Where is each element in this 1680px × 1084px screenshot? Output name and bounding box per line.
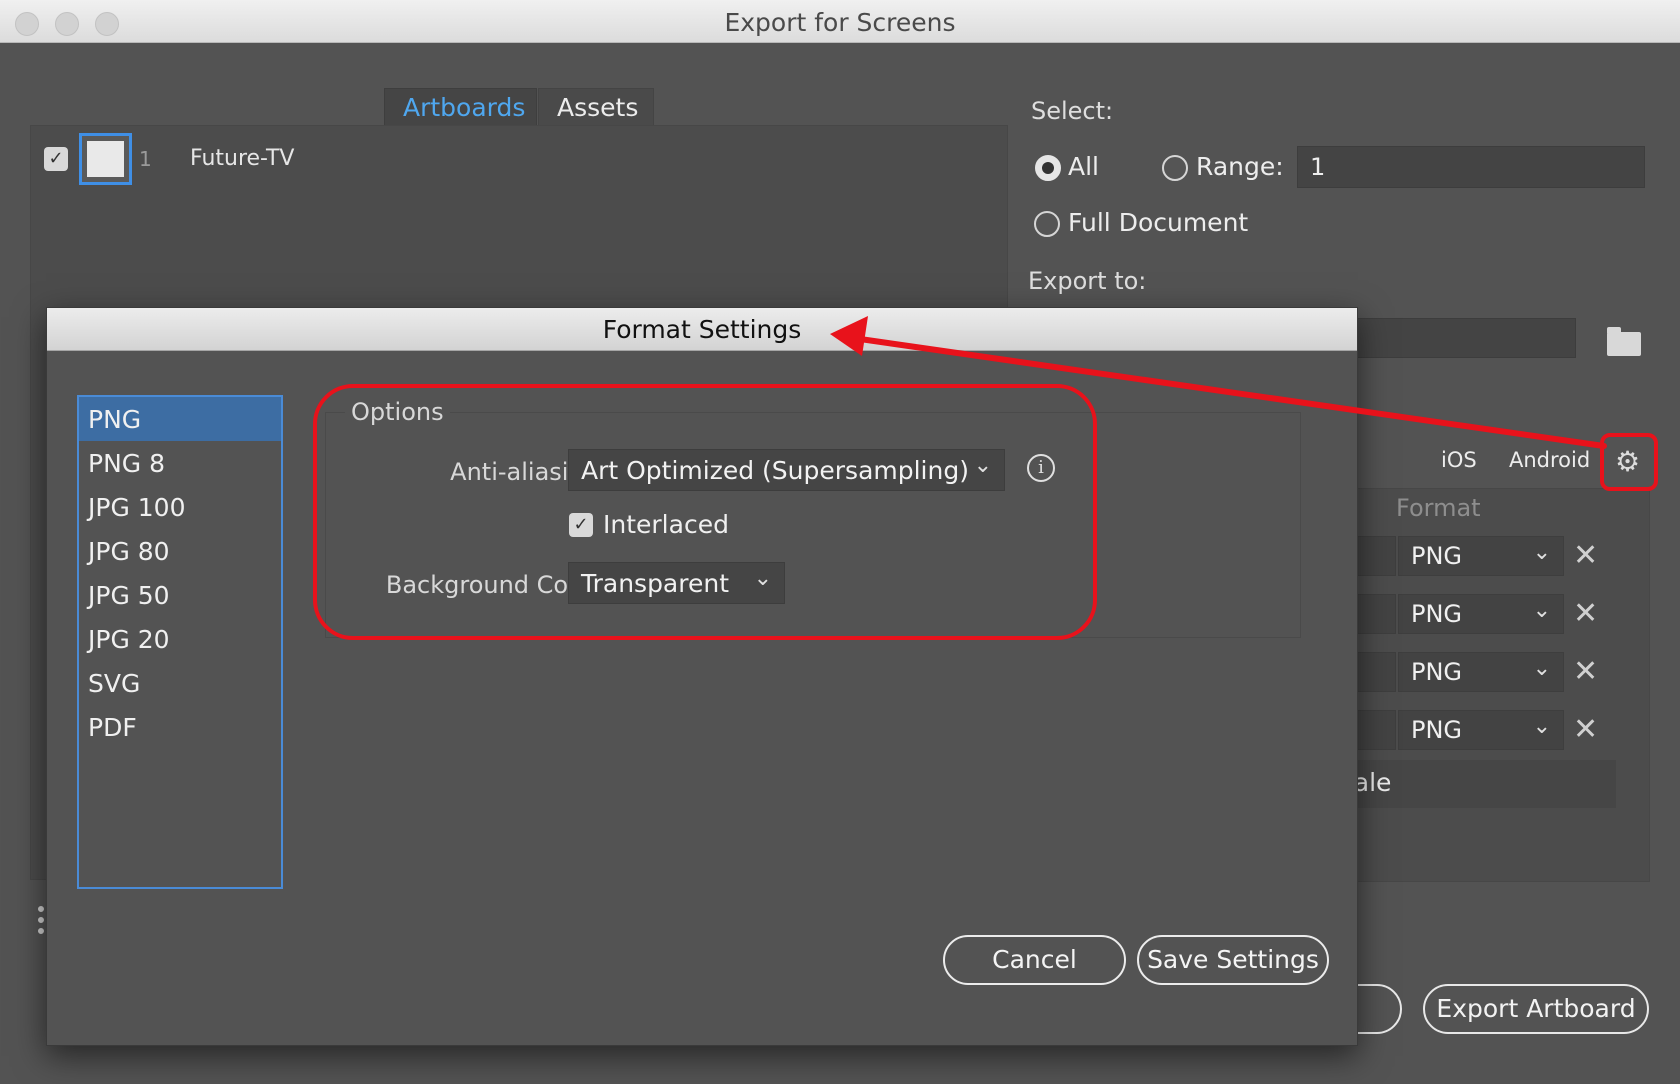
format-dropdown-3[interactable]: PNG ⌄ bbox=[1398, 652, 1564, 692]
resize-handle[interactable] bbox=[38, 906, 44, 934]
remove-row-3-icon[interactable]: ✕ bbox=[1573, 657, 1598, 687]
artboard-checkbox[interactable]: ✓ bbox=[44, 147, 68, 171]
cancel-button[interactable]: Cancel bbox=[943, 935, 1126, 985]
format-item-jpg100[interactable]: JPG 100 bbox=[79, 485, 281, 529]
format-dropdown-1[interactable]: PNG ⌄ bbox=[1398, 536, 1564, 576]
format-item-svg[interactable]: SVG bbox=[79, 661, 281, 705]
annotation-options-highlight bbox=[313, 384, 1097, 640]
format-dropdown-2[interactable]: PNG ⌄ bbox=[1398, 594, 1564, 634]
export-path-field[interactable]: / bbox=[1340, 318, 1576, 358]
tab-assets[interactable]: Assets bbox=[538, 88, 654, 126]
preset-ios[interactable]: iOS bbox=[1441, 448, 1477, 472]
remove-row-1-icon[interactable]: ✕ bbox=[1573, 541, 1598, 571]
format-list: PNG PNG 8 JPG 100 JPG 80 JPG 50 JPG 20 S… bbox=[77, 395, 283, 889]
radio-range-label[interactable]: Range: bbox=[1196, 152, 1284, 181]
format-item-png8[interactable]: PNG 8 bbox=[79, 441, 281, 485]
radio-full-document[interactable] bbox=[1034, 211, 1060, 237]
chevron-down-icon: ⌄ bbox=[1532, 714, 1551, 739]
format-column-header: Format bbox=[1396, 494, 1481, 522]
radio-full-document-label[interactable]: Full Document bbox=[1068, 208, 1248, 237]
title-bar: Export for Screens bbox=[0, 0, 1680, 43]
format-dropdown-value: PNG bbox=[1411, 716, 1463, 744]
window-title: Export for Screens bbox=[724, 8, 956, 37]
format-item-png[interactable]: PNG bbox=[79, 397, 281, 441]
dialog-title: Format Settings bbox=[47, 308, 1357, 351]
artboard-number: 1 bbox=[139, 147, 152, 171]
export-artboard-button[interactable]: Export Artboard bbox=[1423, 984, 1649, 1034]
export-to-label: Export to: bbox=[1028, 267, 1147, 295]
format-item-jpg80[interactable]: JPG 80 bbox=[79, 529, 281, 573]
format-dropdown-4[interactable]: PNG ⌄ bbox=[1398, 710, 1564, 750]
format-dropdown-value: PNG bbox=[1411, 542, 1463, 570]
format-item-jpg20[interactable]: JPG 20 bbox=[79, 617, 281, 661]
radio-range[interactable] bbox=[1162, 155, 1188, 181]
artboard-name[interactable]: Future-TV bbox=[190, 146, 294, 171]
format-dropdown-value: PNG bbox=[1411, 658, 1463, 686]
format-dropdown-value: PNG bbox=[1411, 600, 1463, 628]
range-input[interactable]: 1 bbox=[1297, 146, 1645, 188]
format-settings-dialog: Format Settings PNG PNG 8 JPG 100 JPG 80… bbox=[46, 307, 1358, 1046]
artboard-thumbnail[interactable] bbox=[79, 133, 132, 185]
folder-icon[interactable] bbox=[1607, 327, 1641, 356]
save-settings-button[interactable]: Save Settings bbox=[1137, 935, 1329, 985]
preset-android[interactable]: Android bbox=[1509, 448, 1590, 472]
add-scale-button[interactable]: cale bbox=[1340, 760, 1616, 808]
tab-artboards[interactable]: Artboards bbox=[384, 88, 537, 126]
format-item-jpg50[interactable]: JPG 50 bbox=[79, 573, 281, 617]
remove-row-4-icon[interactable]: ✕ bbox=[1573, 715, 1598, 745]
chevron-down-icon: ⌄ bbox=[1532, 656, 1551, 681]
select-label: Select: bbox=[1031, 97, 1114, 125]
format-item-pdf[interactable]: PDF bbox=[79, 705, 281, 749]
radio-all-label[interactable]: All bbox=[1068, 152, 1099, 181]
gear-icon[interactable]: ⚙ bbox=[1615, 445, 1640, 478]
remove-row-2-icon[interactable]: ✕ bbox=[1573, 599, 1598, 629]
chevron-down-icon: ⌄ bbox=[1532, 598, 1551, 623]
chevron-down-icon: ⌄ bbox=[1532, 540, 1551, 565]
radio-all[interactable] bbox=[1035, 155, 1061, 181]
export-for-screens-window: Export for Screens Artboards Assets ✓ 1 … bbox=[0, 0, 1680, 1084]
